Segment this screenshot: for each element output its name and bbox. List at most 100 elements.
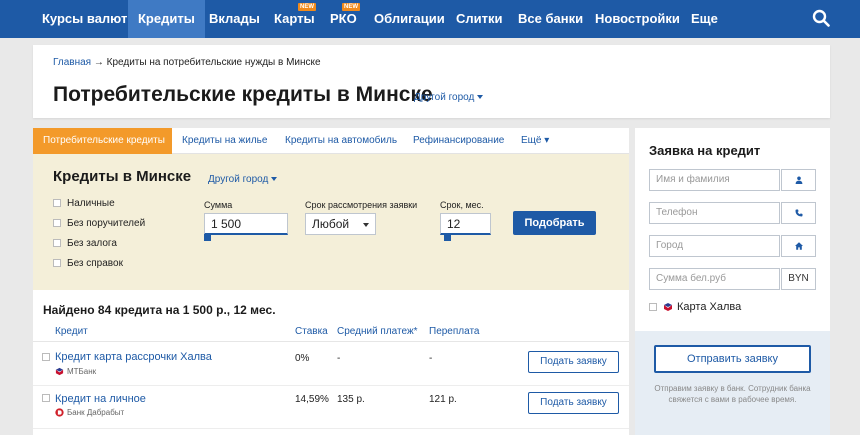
submit-application-button[interactable]: Отправить заявку xyxy=(654,345,811,373)
credit-overpay: - xyxy=(429,353,433,364)
amount-slider-handle[interactable] xyxy=(204,234,211,241)
column-header-overpay[interactable]: Переплата xyxy=(429,326,480,337)
checkbox-no-guarantors[interactable]: Без поручителей xyxy=(53,218,145,229)
column-header-credit[interactable]: Кредит xyxy=(55,326,88,337)
checkbox-box[interactable] xyxy=(53,259,61,268)
tab-label: Потребительские кредиты xyxy=(43,135,165,146)
nav-item-label: Курсы валют xyxy=(42,11,128,26)
nav-item-label: Карты xyxy=(274,11,315,26)
filter-title: Кредиты в Минске xyxy=(53,168,192,185)
checkbox-no-certificates[interactable]: Без справок xyxy=(53,258,123,269)
caret-down-icon xyxy=(477,95,484,100)
checkbox-box[interactable] xyxy=(53,219,61,228)
header-panel: Главная → Кредиты на потребительские нуж… xyxy=(33,45,830,118)
new-badge: NEW xyxy=(298,3,316,11)
compare-checkbox[interactable] xyxy=(42,353,50,361)
home-icon xyxy=(794,242,803,250)
checkbox-cash[interactable]: Наличные xyxy=(53,198,115,209)
amount-label: Сумма xyxy=(204,200,233,210)
nav-item-cards[interactable]: Карты NEW xyxy=(264,0,325,38)
nav-item-label: Облигации xyxy=(374,11,445,26)
caret-down-icon xyxy=(271,177,278,182)
nav-item-label: Еще xyxy=(691,11,718,26)
compare-checkbox[interactable] xyxy=(42,394,50,402)
term-label: Срок, мес. xyxy=(440,200,484,210)
currency-addon: BYN xyxy=(781,268,816,290)
credit-name-link[interactable]: Кредит карта рассрочки Халва xyxy=(55,351,212,363)
nav-item-new-buildings[interactable]: Новостройки xyxy=(585,0,690,38)
tab-label: Кредиты на жилье xyxy=(182,135,268,146)
credit-application-panel: Заявка на кредит Имя и фамилия Телефон Г… xyxy=(635,128,830,435)
home-icon-addon xyxy=(781,235,816,257)
checkbox-label: Без поручителей xyxy=(67,218,146,229)
credit-name-link[interactable]: Кредит на личное xyxy=(55,393,146,405)
term-input[interactable]: 12 xyxy=(440,213,491,235)
row-divider xyxy=(33,428,629,429)
results-count: Найдено 84 кредита на 1 500 р., 12 мес. xyxy=(43,303,276,317)
credit-payment: 135 р. xyxy=(337,394,365,405)
tab-refinancing[interactable]: Рефинансирование xyxy=(403,128,514,154)
credit-payment: - xyxy=(337,353,341,364)
halva-card-checkbox[interactable]: Карта Халва xyxy=(649,301,741,313)
nav-item-rko[interactable]: РКО NEW xyxy=(320,0,367,38)
bank-name: Банк Дабрабыт xyxy=(55,408,125,418)
mtbank-logo-icon xyxy=(55,368,64,376)
breadcrumb-home-link[interactable]: Главная xyxy=(53,57,91,68)
credit-rate: 0% xyxy=(295,353,310,364)
nav-item-label: Слитки xyxy=(456,11,503,26)
bank-name: МТБанк xyxy=(55,367,96,376)
phone-icon-addon xyxy=(781,202,816,224)
credit-overpay: 121 р. xyxy=(429,394,457,405)
other-city-link[interactable]: Другой город xyxy=(414,92,484,103)
credit-type-tabs: Потребительские кредиты Кредиты на жилье… xyxy=(33,128,629,154)
apply-button[interactable]: Подать заявку xyxy=(528,392,619,414)
checkbox-label: Без справок xyxy=(67,258,123,269)
breadcrumb-current: Кредиты на потребительские нужды в Минск… xyxy=(106,57,321,68)
review-term-select[interactable]: Любой xyxy=(305,213,376,235)
column-header-rate[interactable]: Ставка xyxy=(295,326,328,337)
phone-icon xyxy=(795,209,802,217)
tab-more[interactable]: Ещё ▾ xyxy=(511,128,559,154)
checkbox-no-collateral[interactable]: Без залога xyxy=(53,238,117,249)
column-header-payment[interactable]: Средний платеж* xyxy=(337,326,418,337)
user-icon-addon xyxy=(781,169,816,191)
top-navigation: Курсы валют Кредиты Вклады Карты NEW РКО… xyxy=(0,0,860,38)
checkbox-box[interactable] xyxy=(53,199,61,208)
tab-housing-credits[interactable]: Кредиты на жилье xyxy=(172,128,277,154)
application-note: Отправим заявку в банк. Сотрудник банка … xyxy=(654,384,811,404)
apply-button[interactable]: Подать заявку xyxy=(528,351,619,373)
nav-item-more[interactable]: Еще xyxy=(681,0,728,38)
nav-item-ingots[interactable]: Слитки xyxy=(446,0,513,38)
amount-input[interactable]: 1 500 xyxy=(204,213,288,235)
term-slider-handle[interactable] xyxy=(444,234,451,241)
phone-input[interactable]: Телефон xyxy=(649,202,780,224)
bank-name-label: Банк Дабрабыт xyxy=(67,408,125,417)
table-header-divider xyxy=(33,341,629,342)
sum-input[interactable]: Сумма бел.руб xyxy=(649,268,780,290)
other-city-label: Другой город xyxy=(414,92,475,103)
nav-item-label: Вклады xyxy=(209,11,260,26)
tab-label: Рефинансирование xyxy=(413,135,505,146)
nav-item-deposits[interactable]: Вклады xyxy=(199,0,270,38)
nav-item-credits[interactable]: Кредиты xyxy=(128,0,205,38)
credit-list-panel: Потребительские кредиты Кредиты на жилье… xyxy=(33,128,629,435)
chevron-down-icon xyxy=(363,223,369,227)
tab-label: Ещё ▾ xyxy=(521,135,550,146)
new-badge: NEW xyxy=(342,3,360,11)
search-icon[interactable] xyxy=(812,9,830,27)
name-input[interactable]: Имя и фамилия xyxy=(649,169,780,191)
checkbox-box[interactable] xyxy=(53,239,61,248)
nav-item-bonds[interactable]: Облигации xyxy=(364,0,455,38)
mtbank-logo-icon xyxy=(664,303,672,312)
tab-consumer-credits[interactable]: Потребительские кредиты xyxy=(33,128,172,154)
nav-item-all-banks[interactable]: Все банки xyxy=(508,0,593,38)
checkbox-box[interactable] xyxy=(649,303,657,312)
city-input[interactable]: Город xyxy=(649,235,780,257)
nav-item-label: Кредиты xyxy=(138,11,195,26)
tab-car-credits[interactable]: Кредиты на автомобиль xyxy=(275,128,407,154)
filter-city-link[interactable]: Другой город xyxy=(208,174,278,185)
nav-item-currency[interactable]: Курсы валют xyxy=(32,0,137,38)
user-icon xyxy=(795,176,802,184)
find-credits-button[interactable]: Подобрать xyxy=(513,211,596,235)
nav-item-label: Все банки xyxy=(518,11,584,26)
